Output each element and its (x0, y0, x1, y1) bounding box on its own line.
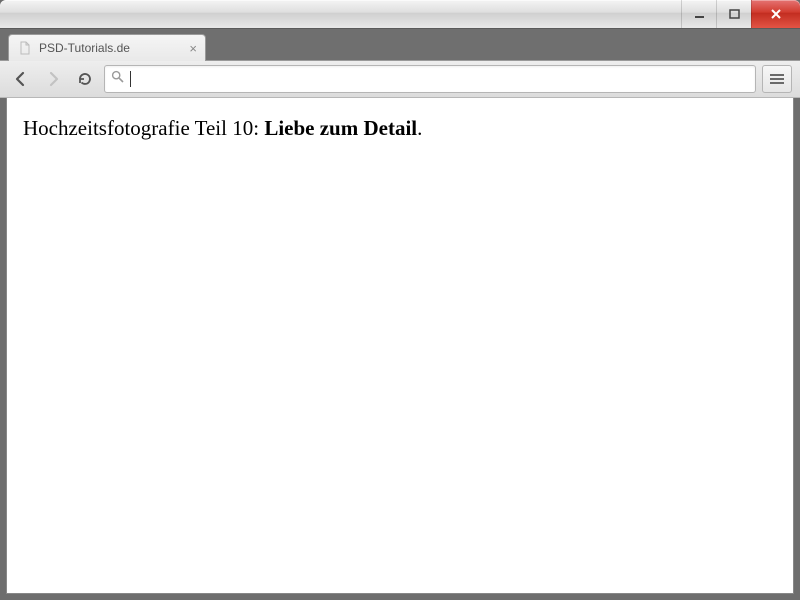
close-window-button[interactable] (751, 0, 800, 28)
close-icon (770, 8, 782, 20)
window-titlebar (0, 0, 800, 29)
back-button[interactable] (8, 66, 34, 92)
forward-button[interactable] (40, 66, 66, 92)
tab-title: PSD-Tutorials.de (39, 41, 183, 55)
page-body: Hochzeitsfotografie Teil 10: Liebe zum D… (6, 98, 794, 594)
tab-strip: PSD-Tutorials.de × (0, 29, 800, 61)
text-caret (130, 71, 131, 87)
maximize-button[interactable] (716, 0, 751, 28)
maximize-icon (729, 9, 740, 20)
page-favicon-icon (17, 40, 33, 56)
menu-button[interactable] (762, 65, 792, 93)
content-suffix: . (417, 116, 422, 140)
tab-close-icon[interactable]: × (189, 41, 197, 56)
content-frame: Hochzeitsfotografie Teil 10: Liebe zum D… (0, 98, 800, 600)
search-icon (111, 70, 124, 88)
browser-toolbar (0, 61, 800, 98)
arrow-left-icon (12, 70, 30, 88)
reload-icon (77, 71, 93, 87)
content-emphasis: Liebe zum Detail (264, 116, 417, 140)
content-prefix: Hochzeitsfotografie Teil 10: (23, 116, 264, 140)
hamburger-icon (770, 74, 784, 84)
arrow-right-icon (44, 70, 62, 88)
minimize-button[interactable] (681, 0, 716, 28)
browser-tab[interactable]: PSD-Tutorials.de × (8, 34, 206, 61)
reload-button[interactable] (72, 66, 98, 92)
address-bar[interactable] (104, 65, 756, 93)
minimize-icon (694, 9, 705, 20)
